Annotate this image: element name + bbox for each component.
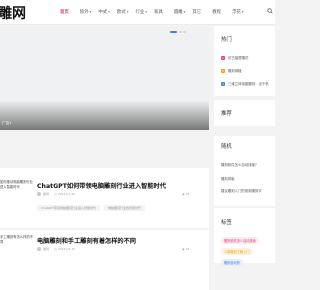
article-thumbnail[interactable]: 手工雕刻有怎么样的不同	[0, 235, 33, 245]
article-author: 雕网	[43, 192, 50, 196]
nav-label: 其它	[192, 10, 202, 15]
article-author: 雕网	[43, 247, 50, 251]
card-title: 随机	[221, 144, 232, 150]
random-item[interactable]: 雕刻排版	[221, 176, 235, 181]
nav-item-5[interactable]: 家具	[154, 9, 163, 15]
article-views: ◉ 46	[182, 247, 189, 251]
nav-label: 圆雕	[173, 10, 183, 15]
tags-card: 标签 雕刻软件怎么自动排版 人物雕刻了解入门 雕刻自动的	[214, 208, 275, 266]
carousel-dot[interactable]	[183, 31, 186, 33]
chevron-down-icon: ▾	[241, 10, 244, 14]
random-item[interactable]: 建议雕刻入门的常用雕刻字	[221, 188, 262, 193]
clock-icon: ◷	[54, 247, 57, 251]
nav-label: 除外	[79, 10, 89, 15]
nav-item-7[interactable]: 其它	[192, 9, 201, 15]
avatar	[37, 247, 41, 251]
article-tags: ChatGPT带领电脑雕刻行业进入智能时代 电脑雕刻行业的智能时代	[37, 205, 149, 211]
hot-item-label: 三维立体电脑雕刻：出于机	[228, 82, 269, 86]
hot-item-label: 雕刻绿植	[228, 69, 242, 73]
chevron-down-icon: ▾	[108, 10, 110, 14]
nav-label: 家具	[154, 10, 163, 15]
nav-label: 浮花	[232, 10, 241, 15]
article-title[interactable]: 电脑雕刻和手工雕刻有着怎样的不同	[37, 236, 136, 245]
hot-item-label: 仿古抽屉雕花	[228, 56, 249, 60]
nav-label: 教程	[212, 10, 221, 15]
hot-item[interactable]: 2 雕刻绿植	[221, 68, 242, 73]
card-title: 热门	[221, 37, 232, 43]
chevron-down-icon: ▾	[126, 10, 129, 14]
avatar	[37, 192, 41, 196]
rank-badge: 3	[221, 81, 225, 86]
views-count: 46	[185, 192, 190, 196]
chevron-down-icon: ▾	[183, 10, 186, 14]
article-card: 手工雕刻有怎么样的不同 电脑雕刻和手工雕刻有着怎样的不同 雕网 ◷ 2023-0…	[0, 230, 209, 290]
main-nav: 首页 除外 ▾ 中式 ▾ 欧式 ▾ 行业 ▾ 家具 圆雕 ▾ 其它 教程 浮花 ▾	[60, 0, 244, 24]
article-views: ◉ 46	[182, 192, 189, 196]
article-thumbnail[interactable]: 如何推动电脑雕刻行业进入智能时代	[0, 180, 33, 190]
tag-pill[interactable]: 人物雕刻了解入门	[221, 248, 253, 255]
article-card: 如何推动电脑雕刻行业进入智能时代 ChatGPT如何带领电脑雕刻行业进入智能时代…	[0, 168, 209, 228]
recommend-card: 推荐	[214, 100, 275, 126]
nav-item-1[interactable]: 除外 ▾	[80, 9, 92, 15]
carousel-dot-active[interactable]	[170, 31, 177, 33]
card-title: 标签	[221, 220, 232, 226]
nav-item-4[interactable]: 行业 ▾	[135, 9, 147, 15]
article-date: 2023-03-30	[57, 192, 76, 196]
card-title: 推荐	[221, 111, 232, 117]
hot-posts-card: 热门 1 仿古抽屉雕花 2 雕刻绿植 3 三维立体电脑雕刻：出于机	[214, 26, 275, 96]
rank-badge: 1	[221, 55, 225, 60]
nav-label: 首页	[60, 10, 69, 15]
article-meta: 雕网 ◷ 2023-03-30 ◉ 46	[37, 192, 189, 196]
hot-item[interactable]: 1 仿古抽屉雕花	[221, 55, 248, 60]
tag-pill[interactable]: 雕刻软件怎么自动排版	[221, 237, 259, 244]
carousel-dot[interactable]	[178, 31, 182, 33]
banner-caption: 广告1	[2, 121, 12, 125]
search-icon[interactable]	[267, 8, 273, 14]
carousel-indicators	[170, 31, 188, 33]
article-title[interactable]: ChatGPT如何带领电脑雕刻行业进入智能时代	[37, 181, 166, 190]
random-item[interactable]: 雕刻软件怎么自动排版？	[221, 162, 258, 167]
top-navigation-bar: 雕网 首页 除外 ▾ 中式 ▾ 欧式 ▾ 行业 ▾ 家具 圆雕 ▾ 其它 教程 浮花 ▾	[0, 0, 275, 25]
nav-item-9[interactable]: 浮花 ▾	[232, 9, 244, 15]
article-date: 2023-03-30	[57, 247, 76, 251]
chevron-down-icon: ▾	[89, 10, 92, 14]
chevron-down-icon: ▾	[145, 10, 148, 14]
random-posts-card: 随机 雕刻软件怎么自动排版？ 雕刻排版 建议雕刻入门的常用雕刻字	[214, 136, 275, 206]
article-meta: 雕网 ◷ 2023-03-30 ◉ 46	[37, 247, 189, 251]
banner-carousel[interactable]: 广告1	[0, 26, 209, 130]
site-logo[interactable]: 雕网	[0, 3, 26, 23]
hot-item[interactable]: 3 三维立体电脑雕刻：出于机	[221, 81, 269, 86]
nav-item-home[interactable]: 首页	[60, 9, 69, 15]
nav-label: 行业	[135, 10, 145, 15]
article-tag[interactable]: 电脑雕刻行业的智能时代	[103, 205, 145, 211]
nav-item-6[interactable]: 圆雕 ▾	[174, 9, 186, 15]
rank-badge: 2	[221, 68, 225, 73]
clock-icon: ◷	[54, 192, 57, 196]
banner-gradient	[0, 100, 209, 130]
views-count: 46	[185, 247, 190, 251]
nav-item-8[interactable]: 教程	[212, 9, 221, 15]
nav-item-3[interactable]: 欧式 ▾	[117, 9, 129, 15]
nav-item-2[interactable]: 中式 ▾	[98, 9, 110, 15]
nav-label: 中式	[98, 10, 108, 15]
article-tag[interactable]: ChatGPT带领电脑雕刻行业进入智能时代	[37, 205, 100, 211]
nav-label: 欧式	[116, 10, 126, 15]
